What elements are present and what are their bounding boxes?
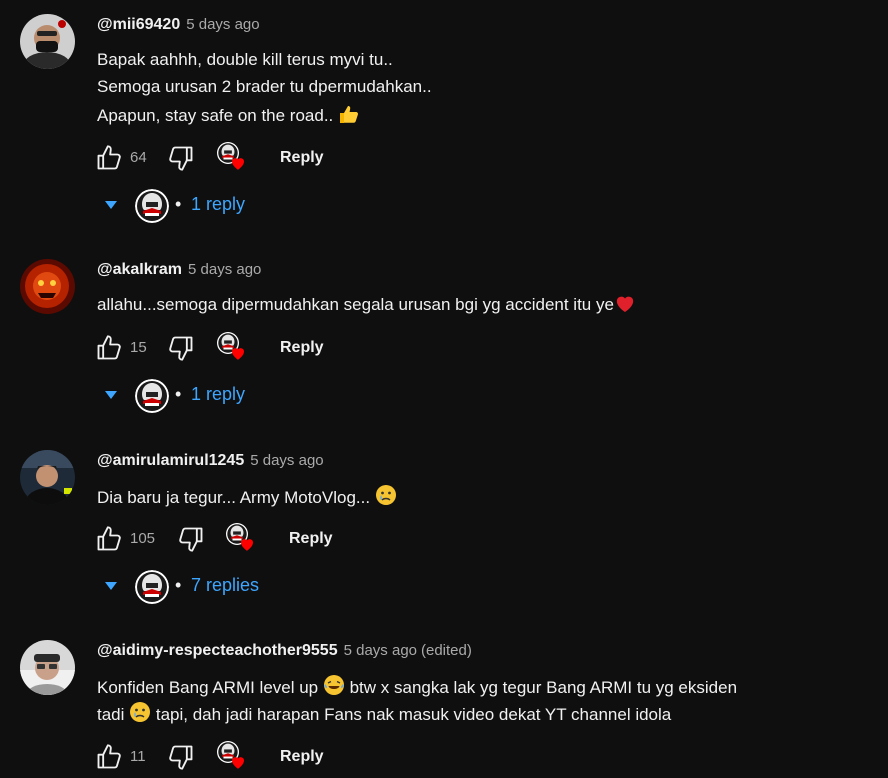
crying-face-icon — [129, 701, 151, 728]
reply-button[interactable]: Reply — [280, 149, 324, 167]
separator-dot: • — [175, 194, 182, 214]
creator-avatar — [135, 570, 169, 604]
like-count: 64 — [130, 149, 147, 166]
separator-dot: • — [175, 384, 182, 404]
like-count: 105 — [130, 530, 156, 547]
red-heart-icon — [614, 293, 636, 318]
author-name[interactable]: @mii69420 — [97, 16, 180, 33]
dislike-icon[interactable] — [167, 144, 195, 172]
crying-face-icon — [375, 484, 397, 511]
dislike-icon[interactable] — [167, 334, 195, 362]
comment-text: Semoga urusan 2 brader tu dpermudahkan.. — [97, 77, 432, 96]
author-name[interactable]: @aidimy-respecteachother9555 — [97, 642, 338, 659]
like-count: 15 — [130, 339, 147, 356]
view-replies-button[interactable]: • 1 reply — [104, 378, 324, 414]
reply-button[interactable]: Reply — [280, 339, 324, 357]
separator-dot: • — [175, 575, 182, 595]
comment-text: Apapun, stay safe on the road.. — [97, 104, 360, 129]
laughing-tears-icon — [323, 674, 345, 701]
comment-text: tadi tapi, dah jadi harapan Fans nak mas… — [97, 701, 671, 728]
caret-down-icon — [105, 391, 117, 399]
reply-button[interactable]: Reply — [289, 530, 333, 548]
replies-count[interactable]: 1 reply — [191, 194, 245, 215]
timestamp[interactable]: 5 days ago — [188, 261, 261, 278]
like-icon[interactable] — [95, 334, 123, 362]
comment-actions: 15 Reply — [95, 332, 395, 364]
view-replies-button[interactable]: • 1 reply — [104, 188, 324, 224]
avatar[interactable] — [20, 14, 75, 69]
caret-down-icon — [105, 201, 117, 209]
comment-text: allahu...semoga dipermudahkan segala uru… — [97, 293, 636, 318]
avatar[interactable] — [20, 450, 75, 505]
comment-header: @mii69420 5 days ago — [97, 16, 260, 34]
author-name[interactable]: @amirulamirul1245 — [97, 452, 244, 469]
comment-text-segment: btw x sangka lak yg tegur Bang ARMI tu y… — [344, 678, 738, 697]
timestamp[interactable]: 5 days ago — [250, 452, 323, 469]
like-icon[interactable] — [95, 525, 123, 553]
comment-text-segment: Dia baru ja tegur... Army MotoVlog... — [97, 488, 375, 507]
author-name[interactable]: @akaIkram — [97, 261, 182, 278]
comment-actions: 64 Reply — [95, 142, 395, 174]
comment-text-segment: allahu...semoga dipermudahkan segala uru… — [97, 295, 614, 314]
like-count: 11 — [130, 748, 146, 765]
comment-text-segment: tapi, dah jadi harapan Fans nak masuk vi… — [151, 705, 672, 724]
creator-heart-icon — [217, 741, 249, 773]
caret-down-icon — [105, 582, 117, 590]
timestamp[interactable]: 5 days ago — [344, 642, 417, 659]
thumbs-up-icon — [338, 104, 360, 129]
replies-count[interactable]: 1 reply — [191, 384, 245, 405]
comment-text-segment: Konfiden Bang ARMI level up — [97, 678, 323, 697]
dislike-icon[interactable] — [177, 525, 205, 553]
comment-text: Konfiden Bang ARMI level up btw x sangka… — [97, 674, 737, 701]
view-replies-button[interactable]: • 7 replies — [104, 569, 324, 605]
comment-text-segment: Apapun, stay safe on the road.. — [97, 106, 338, 125]
creator-heart-icon — [226, 523, 258, 555]
comment-header: @akaIkram 5 days ago — [97, 261, 261, 279]
creator-avatar — [135, 379, 169, 413]
comment-header: @aidimy-respecteachother9555 5 days ago (e… — [97, 642, 472, 660]
edited-label: (edited) — [421, 642, 472, 659]
avatar[interactable] — [20, 640, 75, 695]
comment-text: Dia baru ja tegur... Army MotoVlog... — [97, 484, 397, 511]
dislike-icon[interactable] — [167, 743, 195, 771]
like-icon[interactable] — [95, 743, 123, 771]
comment-text: Bapak aahhh, double kill terus myvi tu.. — [97, 50, 393, 69]
timestamp[interactable]: 5 days ago — [186, 16, 259, 33]
avatar[interactable] — [20, 259, 75, 314]
comment-actions: 105 Reply — [95, 523, 395, 555]
like-icon[interactable] — [95, 144, 123, 172]
creator-avatar — [135, 189, 169, 223]
comment-header: @amirulamirul1245 5 days ago — [97, 452, 324, 470]
comment-text-segment: tadi — [97, 705, 130, 724]
creator-heart-icon — [217, 332, 249, 364]
comment-actions: 11 Reply — [95, 741, 395, 773]
reply-button[interactable]: Reply — [280, 748, 324, 766]
creator-heart-icon — [217, 142, 249, 174]
replies-count[interactable]: 7 replies — [191, 575, 259, 596]
